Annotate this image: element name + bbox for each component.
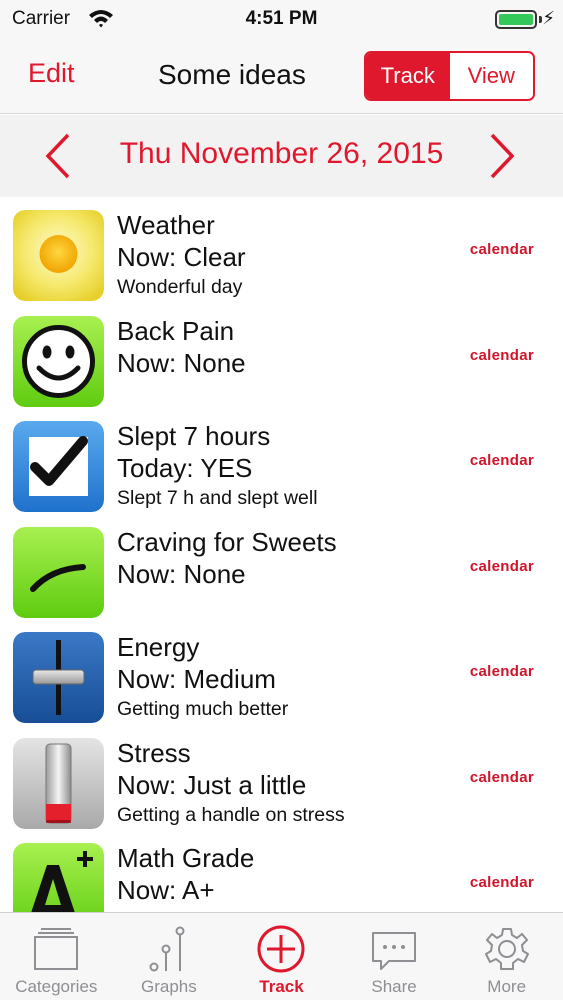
calendar-link[interactable]: calendar	[470, 663, 534, 680]
tab-label: Categories	[15, 977, 98, 996]
list-item[interactable]: Slept 7 hours Today: YES Slept 7 h and s…	[0, 408, 563, 514]
list-item-status: Now: A+	[117, 875, 215, 905]
date-bar: Thu November 26, 2015	[0, 115, 563, 197]
list-item[interactable]: Stress Now: Just a little Getting a hand…	[0, 725, 563, 831]
list-item-status: Now: Just a little	[117, 769, 307, 800]
categories-icon	[34, 928, 79, 970]
edit-button[interactable]: Edit	[28, 58, 75, 89]
calendar-link[interactable]: calendar	[470, 452, 534, 469]
grade-icon	[13, 843, 104, 912]
share-icon	[372, 932, 417, 970]
list-item-text: Stress Now: Just a little Getting a hand…	[117, 737, 345, 829]
list-item-title: Energy	[117, 632, 200, 662]
list-item-text: Craving for Sweets Now: None	[117, 526, 337, 590]
list-item-title: Slept 7 hours	[117, 421, 271, 451]
list-item-title: Stress	[117, 737, 191, 768]
calendar-link[interactable]: calendar	[470, 558, 534, 575]
list-item[interactable]: Craving for Sweets Now: None calendar	[0, 514, 563, 620]
tab-categories[interactable]: Categories	[0, 913, 113, 1000]
navigation-bar: Edit Some ideas Track View	[0, 40, 563, 114]
track-view-segmented-control: Track View	[364, 51, 535, 101]
gear-icon	[484, 928, 529, 970]
next-day-chevron-icon[interactable]	[484, 131, 520, 181]
list-item[interactable]: Weather Now: Clear Wonderful day calenda…	[0, 197, 563, 303]
list-item-note: Slept 7 h and slept well	[117, 487, 318, 509]
tab-label: Graphs	[141, 977, 197, 996]
clock: 4:51 PM	[245, 8, 318, 29]
graphs-icon	[149, 926, 185, 972]
current-date[interactable]: Thu November 26, 2015	[0, 137, 563, 171]
checkmark-icon	[13, 421, 104, 512]
list-item-status: Today: YES	[117, 453, 253, 483]
list-item-note: Wonderful day	[117, 276, 243, 298]
list-item-status: Now: None	[117, 347, 246, 378]
test-tube-icon	[13, 737, 104, 829]
calendar-link[interactable]: calendar	[470, 769, 534, 786]
charging-icon: ⚡	[542, 8, 555, 28]
battery-icon	[495, 10, 537, 29]
list-item-text: Energy Now: Medium Getting much better	[117, 631, 288, 723]
list-item[interactable]: Energy Now: Medium Getting much better c…	[0, 619, 563, 725]
segment-view[interactable]: View	[449, 53, 533, 99]
list-item-status: Now: Medium	[117, 664, 276, 694]
curve-icon	[13, 526, 104, 618]
track-icon	[257, 925, 305, 973]
page-title: Some ideas	[158, 59, 306, 90]
list-item-title: Back Pain	[117, 315, 235, 346]
tab-more[interactable]: More	[450, 913, 563, 1000]
tab-graphs[interactable]: Graphs	[113, 913, 226, 1000]
list-item-text: Back Pain Now: None	[117, 315, 246, 379]
sun-icon	[13, 210, 104, 301]
list-item-status: Now: None	[117, 558, 246, 589]
tab-track[interactable]: Track	[225, 913, 338, 1000]
list-item-text: Weather Now: Clear Wonderful day	[117, 209, 246, 301]
calendar-link[interactable]: calendar	[470, 347, 534, 364]
list-item-title: Math Grade	[117, 843, 255, 873]
segment-track[interactable]: Track	[366, 53, 450, 99]
status-bar: Carrier 4:51 PM ⚡	[0, 0, 563, 40]
tab-bar: Categories Graphs Track Share More	[0, 912, 563, 1000]
list-item-note: Getting a handle on stress	[117, 803, 345, 826]
list-item-text: Math Grade Now: A+	[117, 842, 254, 906]
list-item[interactable]: Math Grade Now: A+ calendar	[0, 830, 563, 912]
list-item-text: Slept 7 hours Today: YES Slept 7 h and s…	[117, 420, 318, 512]
calendar-link[interactable]: calendar	[470, 874, 534, 891]
list-item-note: Getting much better	[117, 698, 289, 720]
list-item[interactable]: Back Pain Now: None calendar	[0, 303, 563, 409]
tab-label: More	[487, 977, 527, 996]
smiley-icon	[13, 315, 104, 407]
list-item-title: Craving for Sweets	[117, 526, 337, 557]
list-item-status: Now: Clear	[117, 242, 246, 272]
tab-label: Share	[371, 977, 417, 996]
list-item-title: Weather	[117, 210, 215, 240]
slider-icon	[13, 632, 104, 723]
tracking-list: Weather Now: Clear Wonderful day calenda…	[0, 197, 563, 912]
tab-label: Track	[259, 977, 304, 996]
calendar-link[interactable]: calendar	[470, 241, 534, 258]
tab-share[interactable]: Share	[338, 913, 451, 1000]
